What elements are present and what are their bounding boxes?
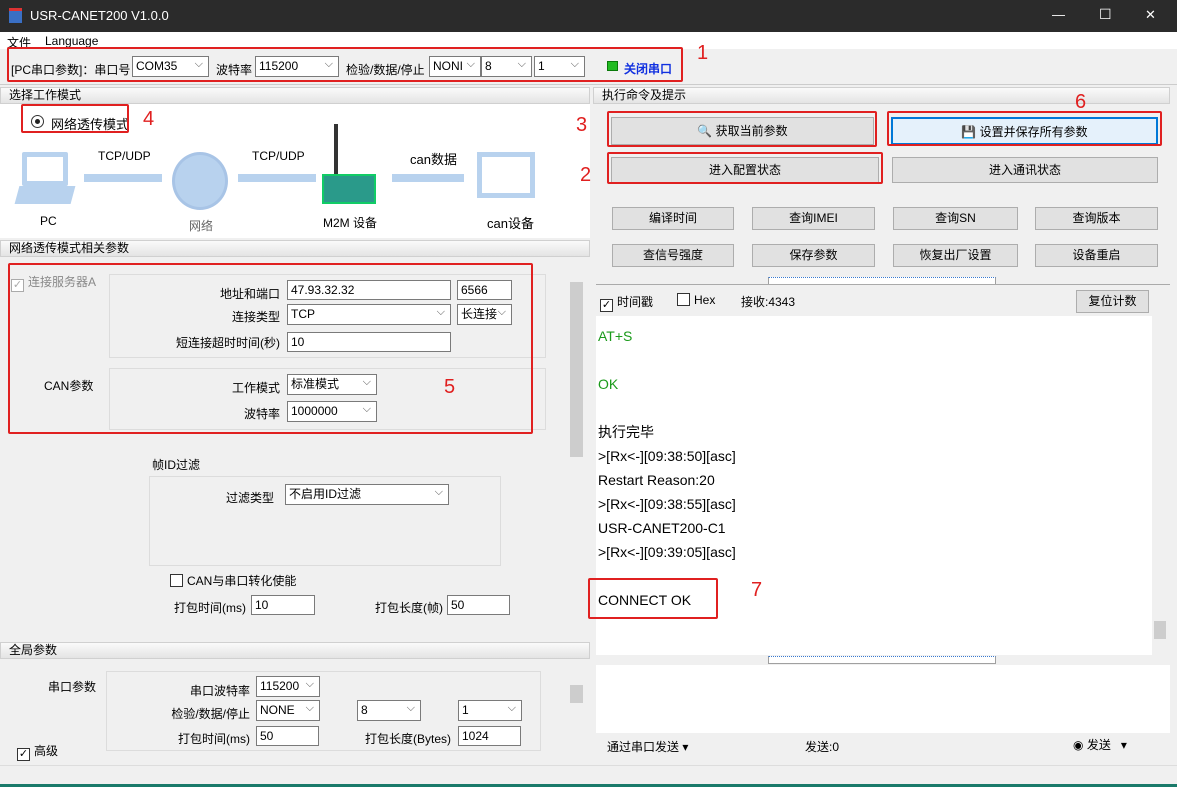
- log-line: >[Rx<-][09:38:55][asc]: [598, 496, 736, 512]
- pc-label: PC: [40, 214, 57, 228]
- factory-reset-button[interactable]: 恢复出厂设置: [893, 244, 1018, 267]
- log-scrollbar[interactable]: [1152, 316, 1168, 655]
- annotation-2: 2: [580, 164, 592, 186]
- global-scrollbar[interactable]: [568, 678, 585, 762]
- arrow-icon: [392, 174, 464, 182]
- close-button[interactable]: ✕: [1145, 7, 1156, 23]
- annotation-6: 6: [1075, 91, 1087, 113]
- timestamp-checkbox[interactable]: ✓ 时间戳: [600, 293, 653, 312]
- query-sn-button[interactable]: 查询SN: [893, 207, 1018, 230]
- app-logo-icon: [9, 8, 22, 23]
- advanced-checkbox[interactable]: ✓ 高级: [17, 742, 58, 761]
- log-line: AT+S: [598, 328, 633, 344]
- arrow2-label: TCP/UDP: [252, 149, 305, 163]
- arrow-icon: [84, 174, 162, 182]
- log-line: >[Rx<-][09:38:50][asc]: [598, 448, 736, 464]
- pack-len-label: 打包长度(帧): [375, 601, 443, 615]
- g-pack-len-input[interactable]: 1024: [458, 726, 521, 746]
- enter-comm-button[interactable]: 进入通讯状态: [892, 157, 1158, 183]
- network-label: 网络: [189, 219, 214, 233]
- splitter-handle-2[interactable]: [768, 656, 996, 664]
- divider: [596, 284, 1170, 285]
- m2m-device-icon: [322, 174, 376, 204]
- serial-baud-select[interactable]: 115200: [256, 676, 320, 697]
- params-header: 网络透传模式相关参数: [0, 240, 590, 257]
- maximize-button[interactable]: ☐: [1099, 6, 1112, 23]
- query-imei-button[interactable]: 查询IMEI: [752, 207, 875, 230]
- filter-type-label: 过滤类型: [225, 491, 274, 505]
- can-device-label: can设备: [487, 216, 534, 231]
- serial-baud-label: 串口波特率: [189, 684, 250, 698]
- title-bar: USR-CANET200 V1.0.0 — ☐ ✕: [0, 0, 1177, 32]
- annotation-1: 1: [697, 42, 709, 64]
- log-line: USR-CANET200-C1: [598, 520, 726, 536]
- annotation-box-7: [588, 578, 718, 619]
- serial-parity-label: 检验/数据/停止: [171, 707, 250, 721]
- pc-icon: [22, 152, 68, 186]
- log-line: >[Rx<-][09:39:05][asc]: [598, 544, 736, 560]
- mode-header: 选择工作模式: [0, 87, 590, 104]
- sent-count: 发送:0: [805, 740, 840, 754]
- monitor-icon: [477, 152, 535, 198]
- arrow3-label: can数据: [410, 152, 457, 167]
- global-header: 全局参数: [0, 642, 590, 659]
- serial-stop-select[interactable]: 1: [458, 699, 522, 721]
- recv-count: 接收:4343: [741, 295, 796, 309]
- pack-time-input[interactable]: 10: [251, 595, 315, 615]
- reset-count-button[interactable]: 复位计数: [1076, 290, 1149, 313]
- send-via-dropdown[interactable]: 通过串口发送 ▾: [607, 738, 688, 755]
- g-pack-len-label: 打包长度(Bytes): [365, 732, 452, 746]
- arrow-icon: [238, 174, 316, 182]
- serial-parity-select[interactable]: NONE: [256, 699, 320, 721]
- minimize-button[interactable]: —: [1052, 7, 1065, 22]
- annotation-box-3: [607, 111, 877, 147]
- annotation-7: 7: [751, 579, 763, 601]
- serial-params-label: 串口参数: [48, 680, 97, 694]
- hex-checkbox[interactable]: Hex: [677, 293, 715, 307]
- log-line: 执行完毕: [598, 424, 654, 440]
- restart-button[interactable]: 设备重启: [1035, 244, 1158, 267]
- status-bar: [0, 765, 1177, 784]
- annotation-4: 4: [143, 108, 155, 130]
- menu-language[interactable]: Language: [45, 34, 98, 48]
- log-line: Restart Reason:20: [598, 472, 715, 488]
- annotation-box-6: [887, 111, 1162, 146]
- annotation-box-5: [8, 263, 533, 434]
- annotation-3: 3: [576, 114, 588, 136]
- pack-time-label: 打包时间(ms): [174, 601, 246, 615]
- m2m-label: M2M 设备: [323, 216, 378, 230]
- params-scrollbar[interactable]: [568, 260, 585, 628]
- frame-filter-label: 帧ID过滤: [152, 458, 201, 472]
- send-input[interactable]: [596, 665, 1170, 733]
- serial-data-select[interactable]: 8: [357, 699, 421, 721]
- annotation-5: 5: [444, 376, 456, 398]
- global-panel: 串口参数 串口波特率 115200 检验/数据/停止 NONE 8 1 打包时间…: [0, 660, 590, 764]
- antenna-icon: [334, 124, 338, 174]
- save-params-button[interactable]: 保存参数: [752, 244, 875, 267]
- log-line: OK: [598, 376, 619, 392]
- annotation-box-2: [607, 152, 883, 184]
- keyboard-icon: [14, 186, 76, 204]
- filter-type-select[interactable]: 不启用ID过滤: [285, 483, 449, 505]
- can-serial-checkbox[interactable]: CAN与串口转化使能: [170, 572, 296, 589]
- signal-strength-button[interactable]: 查信号强度: [612, 244, 734, 267]
- compile-time-button[interactable]: 编译时间: [612, 207, 734, 230]
- query-version-button[interactable]: 查询版本: [1035, 207, 1158, 230]
- globe-icon: [172, 152, 228, 210]
- send-button[interactable]: ◉ 发送 ▾: [1073, 736, 1127, 753]
- annotation-box-4: [21, 104, 129, 133]
- pack-len-input[interactable]: 50: [447, 595, 510, 615]
- g-pack-time-input[interactable]: 50: [256, 726, 319, 746]
- arrow1-label: TCP/UDP: [98, 149, 151, 163]
- window-title: USR-CANET200 V1.0.0: [30, 8, 169, 23]
- annotation-box-1: [7, 47, 683, 82]
- g-pack-time-label: 打包时间(ms): [178, 732, 250, 746]
